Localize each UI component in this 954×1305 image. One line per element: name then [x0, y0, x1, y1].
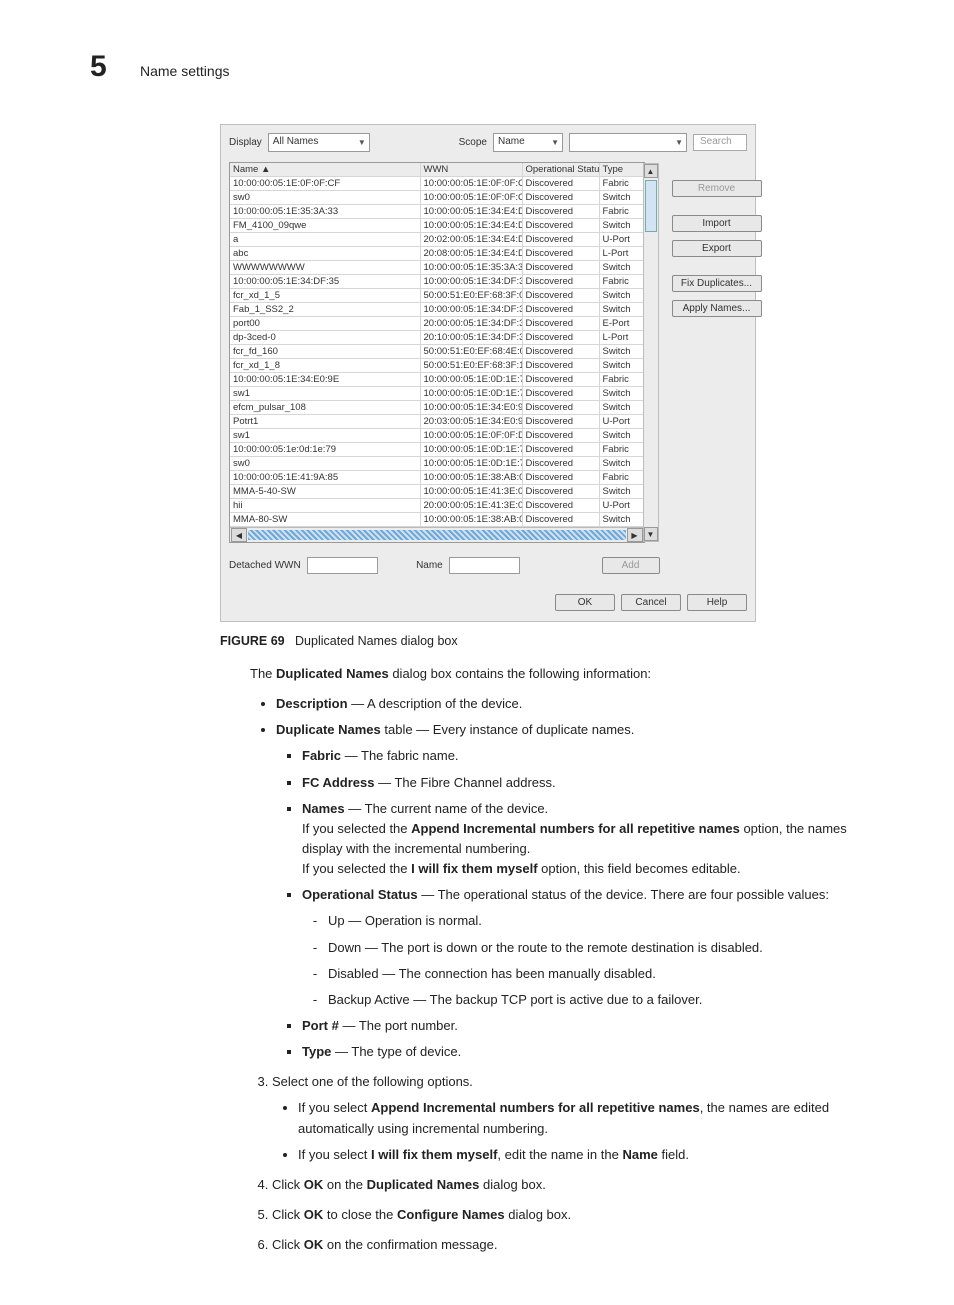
table-row[interactable]: dp-3ced-020:10:00:05:1E:34:DF:35Discover… — [230, 331, 643, 345]
table-row[interactable]: sw010:00:00:05:1E:0D:1E:79DiscoveredSwit… — [230, 457, 643, 471]
help-button[interactable]: Help — [687, 594, 747, 611]
table-row[interactable]: abc20:08:00:05:1E:34:E4:D7DiscoveredL-Po… — [230, 247, 643, 261]
table-row[interactable]: fcr_xd_1_850:00:51:E0:EF:68:3F:12Discove… — [230, 359, 643, 373]
add-button[interactable]: Add — [602, 557, 660, 574]
list-item: Names — The current name of the device. … — [302, 799, 854, 880]
col-wwn[interactable]: WWN — [420, 163, 522, 177]
scroll-up-icon[interactable]: ▲ — [644, 164, 658, 178]
table-row[interactable]: 10:00:00:05:1e:0d:1e:7910:00:00:05:1E:0D… — [230, 443, 643, 457]
search-input[interactable]: Search — [693, 134, 747, 151]
list-item: Down — The port is down or the route to … — [328, 938, 854, 958]
remove-button[interactable]: Remove — [672, 180, 762, 197]
scope-label: Scope — [459, 137, 487, 148]
list-item: Up — Operation is normal. — [328, 911, 854, 931]
list-item: If you select Append Incremental numbers… — [298, 1098, 854, 1138]
table-row[interactable]: MMA-5-40-SW10:00:00:05:1E:41:3E:05Discov… — [230, 485, 643, 499]
col-op[interactable]: Operational Status — [522, 163, 599, 177]
name-field-label: Name — [416, 560, 443, 571]
step-3: Select one of the following options. If … — [272, 1072, 854, 1165]
fix-duplicates-button[interactable]: Fix Duplicates... — [672, 275, 762, 292]
step-4: Click OK on the Duplicated Names dialog … — [272, 1175, 854, 1195]
col-name[interactable]: Name ▲ — [230, 163, 420, 177]
import-button[interactable]: Import — [672, 215, 762, 232]
chapter-title: Name settings — [140, 63, 229, 79]
step-6: Click OK on the confirmation message. — [272, 1235, 854, 1255]
table-row[interactable]: 10:00:00:05:1E:0F:0F:CF10:00:00:05:1E:0F… — [230, 177, 643, 191]
table-row[interactable]: 10:00:00:05:1E:34:E0:9E10:00:00:05:1E:0D… — [230, 373, 643, 387]
list-item: Port # — The port number. — [302, 1016, 854, 1036]
duplicated-names-dialog: Display All Names Scope Name Search — [220, 124, 756, 622]
list-item: If you select I will fix them myself, ed… — [298, 1145, 854, 1165]
scope-value-select[interactable] — [569, 133, 687, 152]
table-row[interactable]: sw110:00:00:05:1E:0F:0F:D0DiscoveredSwit… — [230, 429, 643, 443]
intro-paragraph: The Duplicated Names dialog box contains… — [250, 664, 854, 684]
scroll-left-icon[interactable]: ◀ — [231, 528, 247, 542]
detached-wwn-label: Detached WWN — [229, 560, 301, 571]
table-row[interactable]: port0020:00:00:05:1E:34:DF:35DiscoveredE… — [230, 317, 643, 331]
list-item: FC Address — The Fibre Channel address. — [302, 773, 854, 793]
detached-wwn-input[interactable] — [307, 557, 378, 574]
table-row[interactable]: efcm_pulsar_10810:00:00:05:1E:34:E0:9EDi… — [230, 401, 643, 415]
table-row[interactable]: 10:00:00:05:1E:34:DF:3510:00:00:05:1E:34… — [230, 275, 643, 289]
table-row[interactable]: 10:00:00:05:1E:35:3A:3310:00:00:05:1E:34… — [230, 205, 643, 219]
table-row[interactable]: Potrt120:03:00:05:1E:34:E0:9EDiscoveredU… — [230, 415, 643, 429]
display-label: Display — [229, 137, 262, 148]
names-table: Name ▲ WWN Operational Status Type 10:00… — [230, 163, 644, 527]
display-select[interactable]: All Names — [268, 133, 370, 152]
list-item: Backup Active — The backup TCP port is a… — [328, 990, 854, 1010]
vertical-scrollbar[interactable]: ▲ ▼ — [643, 163, 659, 542]
chapter-number: 5 — [90, 50, 120, 84]
table-row[interactable]: WWWWWWWW10:00:00:05:1E:35:3A:33Discovere… — [230, 261, 643, 275]
table-row[interactable]: fcr_xd_1_550:00:51:E0:EF:68:3F:0CDiscove… — [230, 289, 643, 303]
list-item: Description — A description of the devic… — [276, 694, 854, 714]
list-item: Duplicate Names table — Every instance o… — [276, 720, 854, 1062]
cancel-button[interactable]: Cancel — [621, 594, 681, 611]
scroll-down-icon[interactable]: ▼ — [644, 527, 658, 541]
apply-names-button[interactable]: Apply Names... — [672, 300, 762, 317]
scroll-right-icon[interactable]: ▶ — [627, 528, 643, 542]
table-row[interactable]: fcr_fd_16050:00:51:E0:EF:68:4E:0ADiscove… — [230, 345, 643, 359]
list-item: Disabled — The connection has been manua… — [328, 964, 854, 984]
table-row[interactable]: sw010:00:00:05:1E:0F:0F:CFDiscoveredSwit… — [230, 191, 643, 205]
col-type[interactable]: Type — [599, 163, 643, 177]
figure-caption: FIGURE 69 Duplicated Names dialog box — [220, 634, 864, 648]
table-row[interactable]: Fab_1_SS2_210:00:00:05:1E:34:DF:35Discov… — [230, 303, 643, 317]
ok-button[interactable]: OK — [555, 594, 615, 611]
scope-select[interactable]: Name — [493, 133, 563, 152]
list-item: Type — The type of device. — [302, 1042, 854, 1062]
export-button[interactable]: Export — [672, 240, 762, 257]
table-row[interactable]: a20:02:00:05:1E:34:E4:D7DiscoveredU-Port — [230, 233, 643, 247]
horizontal-scrollbar[interactable]: ◀ ▶ — [230, 527, 644, 542]
name-input[interactable] — [449, 557, 520, 574]
table-row[interactable]: FM_4100_09qwe10:00:00:05:1E:34:E4:D7Disc… — [230, 219, 643, 233]
table-row[interactable]: hii20:00:00:05:1E:41:3E:05DiscoveredU-Po… — [230, 499, 643, 513]
table-row[interactable]: MMA-80-SW10:00:00:05:1E:38:AB:0FDiscover… — [230, 513, 643, 527]
table-row[interactable]: 10:00:00:05:1E:41:9A:8510:00:00:05:1E:38… — [230, 471, 643, 485]
list-item: Operational Status — The operational sta… — [302, 885, 854, 1010]
table-row[interactable]: sw110:00:00:05:1E:0D:1E:7ADiscoveredSwit… — [230, 387, 643, 401]
list-item: Fabric — The fabric name. — [302, 746, 854, 766]
step-5: Click OK to close the Configure Names di… — [272, 1205, 854, 1225]
